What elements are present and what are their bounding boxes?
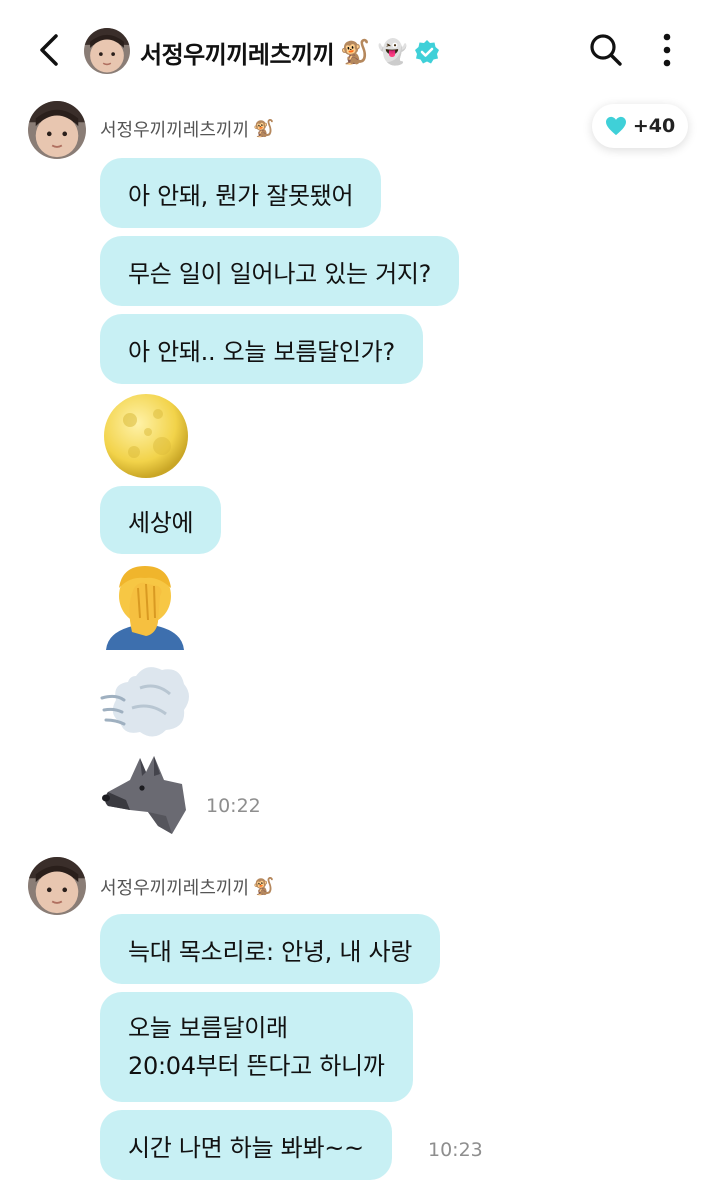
verified-badge-icon: [414, 40, 439, 64]
message-bubble[interactable]: 세상에: [100, 486, 222, 554]
message-time: 10:23: [428, 1139, 483, 1161]
sender-name: 서정우끼끼레츠끼끼 🐒: [100, 874, 274, 900]
back-button[interactable]: [32, 28, 68, 72]
chat-title-text: 서정우끼끼레츠끼끼: [140, 40, 335, 69]
message-bubble[interactable]: 아 안돼, 뭔가 잘못됐어: [100, 158, 382, 228]
more-vertical-icon: [663, 33, 671, 67]
sender-emoji: 🐒: [253, 877, 275, 897]
message-line: 오늘 보름달이래: [128, 1014, 288, 1042]
message-text: 아 안돼.. 오늘 보름달인가?: [128, 337, 395, 366]
full-moon-icon[interactable]: [100, 392, 192, 480]
message-bubble[interactable]: 시간 나면 하늘 봐봐~~: [100, 1110, 392, 1180]
message-bubble[interactable]: 늑대 목소리로: 안녕, 내 사랑: [100, 914, 441, 984]
chat-title-emoji: 🐒 👻: [340, 38, 407, 66]
message-text: 늑대 목소리로: 안녕, 내 사랑: [128, 937, 413, 966]
message-line: 20:04부터 뜬다고 하니까: [128, 1052, 385, 1080]
chat-title[interactable]: 서정우끼끼레츠끼끼 🐒 👻: [140, 30, 441, 74]
wolf-icon[interactable]: [100, 750, 190, 840]
facepalm-icon[interactable]: [100, 562, 190, 650]
more-button[interactable]: [652, 30, 682, 70]
message-text: 세상에: [128, 508, 194, 537]
message-bubble[interactable]: 아 안돼.. 오늘 보름달인가?: [100, 314, 423, 384]
sender-avatar[interactable]: [28, 857, 86, 915]
sender-name-text: 서정우끼끼레츠끼끼: [100, 878, 250, 899]
message-text: 무슨 일이 일어나고 있는 거지?: [128, 259, 432, 288]
sender-avatar[interactable]: [28, 101, 86, 159]
like-button[interactable]: +40: [592, 104, 688, 148]
message-bubble[interactable]: 오늘 보름달이래 20:04부터 뜬다고 하니까: [100, 992, 413, 1102]
message-text: 시간 나면 하늘 봐봐~~: [128, 1133, 364, 1162]
chat-header: 서정우끼끼레츠끼끼 🐒 👻: [0, 0, 707, 100]
sender-emoji: 🐒: [253, 119, 275, 139]
chevron-left-icon: [40, 34, 58, 66]
wind-icon[interactable]: [100, 658, 192, 744]
message-time: 10:22: [206, 795, 261, 817]
sender-name: 서정우끼끼레츠끼끼 🐒: [100, 116, 274, 142]
header-avatar[interactable]: [84, 28, 130, 74]
like-count: +40: [632, 115, 676, 137]
message-bubble[interactable]: 무슨 일이 일어나고 있는 거지?: [100, 236, 460, 306]
heart-icon: [605, 116, 626, 136]
sender-name-text: 서정우끼끼레츠끼끼: [100, 120, 250, 141]
message-text: 아 안돼, 뭔가 잘못됐어: [128, 181, 354, 210]
search-icon: [590, 34, 622, 66]
search-button[interactable]: [586, 30, 626, 70]
